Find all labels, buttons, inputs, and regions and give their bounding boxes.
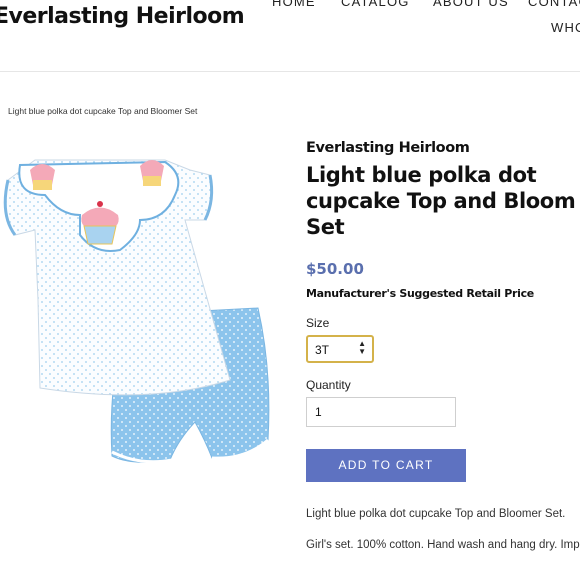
product-description-line-2: Girl's set. 100% cotton. Hand wash and h… [306,539,580,551]
nav-catalog[interactable]: CATALOG [341,0,410,9]
size-select-value: 3T [315,343,330,357]
product-image[interactable] [0,140,290,500]
breadcrumb: Light blue polka dot cupcake Top and Blo… [8,106,198,116]
select-arrows-icon: ▲ ▼ [358,339,366,356]
product-description-line-1: Light blue polka dot cupcake Top and Blo… [306,508,566,520]
product-title: Light blue polka dot cupcake Top and Blo… [306,163,576,239]
nav-contact[interactable]: CONTAC [528,0,580,9]
quantity-value: 1 [315,405,322,419]
site-logo[interactable]: Everlasting Heirloom [0,4,245,29]
add-to-cart-button[interactable]: ADD TO CART [306,449,466,482]
product-price: $50.00 [306,260,364,278]
quantity-label: Quantity [306,378,351,392]
price-note: Manufacturer's Suggested Retail Price [306,287,534,300]
header-divider [0,71,580,72]
size-select[interactable]: 3T ▲ ▼ [306,335,374,363]
nav-about-us[interactable]: ABOUT US [433,0,509,9]
size-label: Size [306,316,330,330]
product-page: Everlasting Heirloom HOME CATALOG ABOUT … [0,0,580,580]
top-shape [3,159,231,396]
nav-who[interactable]: WHO [551,20,580,35]
quantity-input[interactable]: 1 [306,397,456,427]
product-vendor[interactable]: Everlasting Heirloom [306,140,470,156]
nav-home[interactable]: HOME [272,0,316,9]
